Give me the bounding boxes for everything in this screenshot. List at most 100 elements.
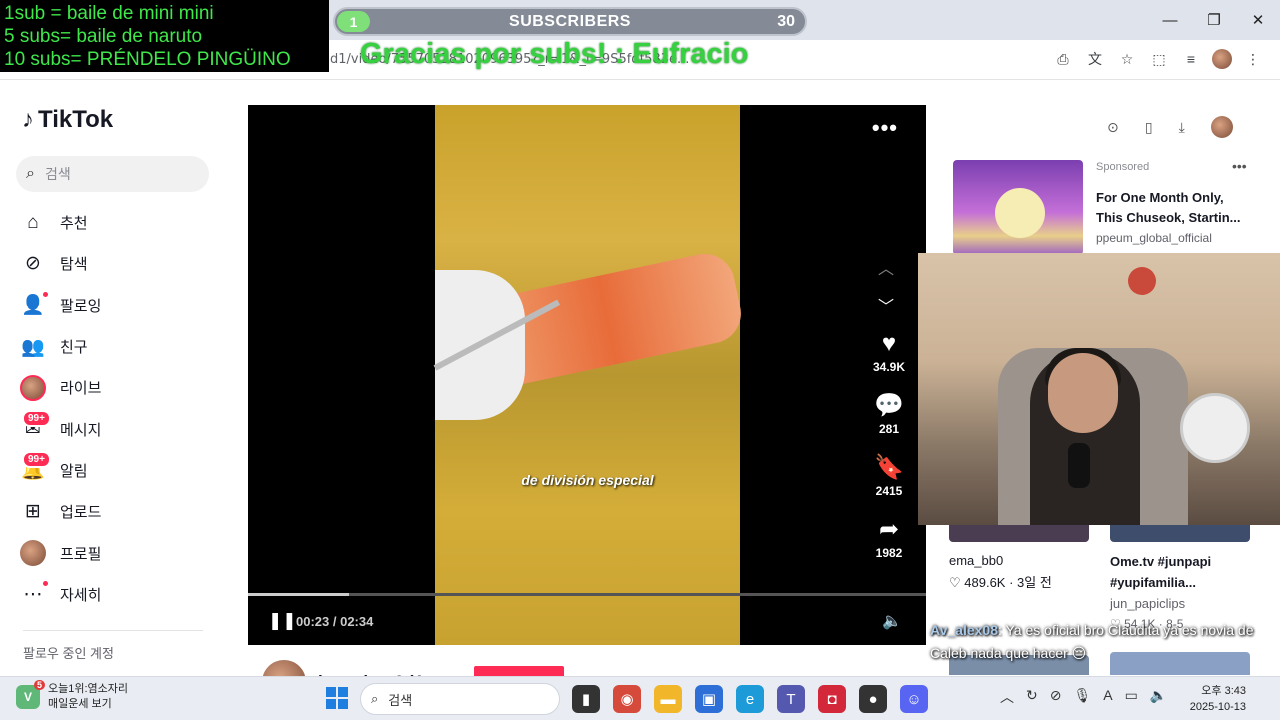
video-caption: de división especial (521, 472, 654, 488)
tray-app-icon[interactable]: ↻ (1026, 687, 1038, 707)
comment-button[interactable]: 💬 281 (864, 392, 914, 454)
bookmark-icon: 🔖 (874, 454, 904, 481)
next-video-icon[interactable]: ﹀ (878, 293, 894, 331)
related-thumbnails (949, 522, 1250, 542)
user-avatar[interactable] (1210, 116, 1233, 138)
sidebar-item-explore[interactable]: ⊘ 탐색 (20, 243, 220, 284)
install-app-icon[interactable]: ⎙ (1052, 48, 1074, 70)
related-video-2-user[interactable]: jun_papiclips (1110, 596, 1185, 611)
stream-chat-message: Av_alex08: Ya es oficial bro Claudita ya… (930, 619, 1280, 665)
ad-more-icon[interactable]: ••• (1232, 158, 1247, 174)
heart-icon: ♥ (881, 330, 897, 357)
clock-time: 오후 3:43 (1201, 685, 1246, 697)
video-frame: de división especial (433, 105, 747, 645)
like-button[interactable]: ♥ 34.9K (864, 330, 914, 392)
compass-icon[interactable]: ⊙ (1107, 119, 1119, 136)
close-icon[interactable]: ✕ (1236, 0, 1280, 40)
widget-line-1: 오늘1위:염소자리 (48, 683, 129, 695)
pause-icon[interactable]: ❚❚ (268, 611, 297, 631)
related-video-thumb-1[interactable] (949, 522, 1089, 542)
media-control-icon[interactable]: ≡ (1180, 48, 1202, 70)
ad-user[interactable]: ppeum_global_official (1096, 231, 1212, 245)
profile-avatar[interactable] (1212, 49, 1232, 69)
translate-icon[interactable]: 文 (1084, 48, 1106, 70)
video-more-icon[interactable]: ••• (872, 115, 898, 141)
top-right-actions: ⊙ ▯ ⤓ (1094, 112, 1246, 142)
edge-icon[interactable]: e (736, 685, 764, 713)
notification-badge: 99+ (22, 451, 51, 469)
sidebar-item-profile[interactable]: 프로필 (20, 532, 220, 573)
store-icon[interactable]: ▣ (695, 685, 723, 713)
chrome-icon[interactable]: ◉ (613, 685, 641, 713)
message-badge: 99+ (22, 410, 51, 428)
sidebar-item-label: 자세히 (60, 586, 102, 604)
sidebar-item-more[interactable]: ⋯ 자세히 (20, 574, 220, 615)
kebab-menu-icon[interactable]: ⋮ (1242, 48, 1264, 70)
sidebar-item-label: 라이브 (60, 380, 102, 398)
sidebar-item-friends[interactable]: 👥 친구 (20, 326, 220, 367)
tray-app-icon-2[interactable]: ⊘ (1050, 687, 1062, 707)
home-icon: ⌂ (27, 211, 39, 233)
message-icon: ✉ 99+ (20, 410, 51, 442)
video-player[interactable]: de división especial ••• ︿ ﹀ ♥ 34.9K 💬 2… (248, 105, 926, 645)
tiktok-logo[interactable]: ♪ TikTok (22, 106, 113, 134)
taskbar-clock[interactable]: 오후 3:43 2025-10-13 (1190, 683, 1246, 715)
sidebar-item-upload[interactable]: ⊞ 업로드 (20, 491, 220, 532)
address-bar-icons: ⎙ 文 ☆ ⬚ ≡ ⋮ (1052, 48, 1264, 70)
video-progress-bar[interactable] (248, 593, 926, 596)
app-icon-red[interactable]: ◘ (818, 685, 846, 713)
ad-thumbnail[interactable] (953, 160, 1083, 255)
download-icon[interactable]: ⤓ (1179, 119, 1185, 136)
microphone-icon[interactable]: 🎙 (1073, 687, 1091, 707)
widget-icon: V5 (16, 680, 45, 709)
system-tray: ︿ ↻ ⊘ 🎙 A ▭ 🔈 (1000, 687, 1167, 707)
extensions-icon[interactable]: ⬚ (1148, 48, 1170, 70)
file-explorer-icon[interactable]: ▬ (654, 685, 682, 713)
mobile-icon[interactable]: ▯ (1145, 119, 1153, 136)
subscriber-goal-bar: 1 SUBSCRIBERS 30 (333, 7, 807, 36)
discord-icon[interactable]: ☺ (900, 685, 928, 713)
bookmark-star-icon[interactable]: ☆ (1116, 48, 1138, 70)
volume-icon[interactable]: 🔈 (1150, 687, 1167, 707)
sub-goals-overlay: 1sub = baile de mini mini 5 subs= baile … (0, 0, 329, 72)
sidebar-item-foryou[interactable]: ⌂ 추천 (20, 202, 220, 243)
chat-username: Av_alex08 (930, 622, 998, 638)
share-button[interactable]: ➦ 1982 (864, 516, 914, 578)
teams-icon[interactable]: T (777, 685, 805, 713)
sidebar-item-messages[interactable]: ✉ 99+ 메시지 (20, 408, 220, 449)
related-video-thumb-2[interactable] (1110, 522, 1250, 542)
app-icon-dark[interactable]: ● (859, 685, 887, 713)
sidebar-item-following[interactable]: 👤 팔로잉 (20, 285, 220, 326)
search-placeholder: 검색 (44, 166, 71, 182)
ime-icon[interactable]: A (1103, 687, 1112, 707)
subscriber-label: SUBSCRIBERS (509, 12, 631, 30)
search-input[interactable]: ⌕ 검색 (16, 156, 209, 192)
save-count: 2415 (875, 484, 903, 498)
save-button[interactable]: 🔖 2415 (864, 454, 914, 516)
chevron-up-icon[interactable]: ︿ (1000, 687, 1014, 707)
widget-line-2: 매일운세 보기 (48, 698, 112, 710)
network-icon[interactable]: ▭ (1125, 687, 1138, 707)
sidebar-item-live[interactable]: 라이브 (20, 367, 220, 408)
live-icon (20, 374, 46, 401)
ad-title[interactable]: For One Month Only, This Chuseok, Starti… (1096, 188, 1246, 228)
notification-icon: 🔔 99+ (20, 451, 51, 483)
related-video-1-user[interactable]: ema_bb0 (949, 553, 1003, 568)
related-video-2-title[interactable]: Ome.tv #junpapi #yupifamilia... (1110, 551, 1260, 593)
goal-line-1: 1sub = baile de mini mini (4, 3, 214, 24)
search-icon: ⌕ (26, 165, 35, 182)
maximize-icon[interactable]: ❐ (1192, 0, 1236, 40)
sidebar-item-label: 추천 (60, 215, 88, 233)
previous-video-icon[interactable]: ︿ (878, 255, 894, 293)
sidebar-item-notifications[interactable]: 🔔 99+ 알림 (20, 450, 220, 491)
following-icon: 👤 (20, 292, 48, 318)
sponsored-label: Sponsored (1096, 161, 1150, 173)
volume-icon[interactable]: 🔈 (882, 611, 902, 631)
taskbar-search[interactable]: ⌕ 검색 (360, 683, 560, 715)
minimize-icon[interactable]: — (1148, 0, 1192, 40)
task-view-icon[interactable]: ▮ (572, 685, 600, 713)
share-count: 1982 (875, 546, 903, 560)
webcam-overlay (918, 253, 1280, 525)
widgets-button[interactable]: V5 오늘1위:염소자리 매일운세 보기 (16, 680, 129, 712)
start-button[interactable] (326, 687, 348, 709)
